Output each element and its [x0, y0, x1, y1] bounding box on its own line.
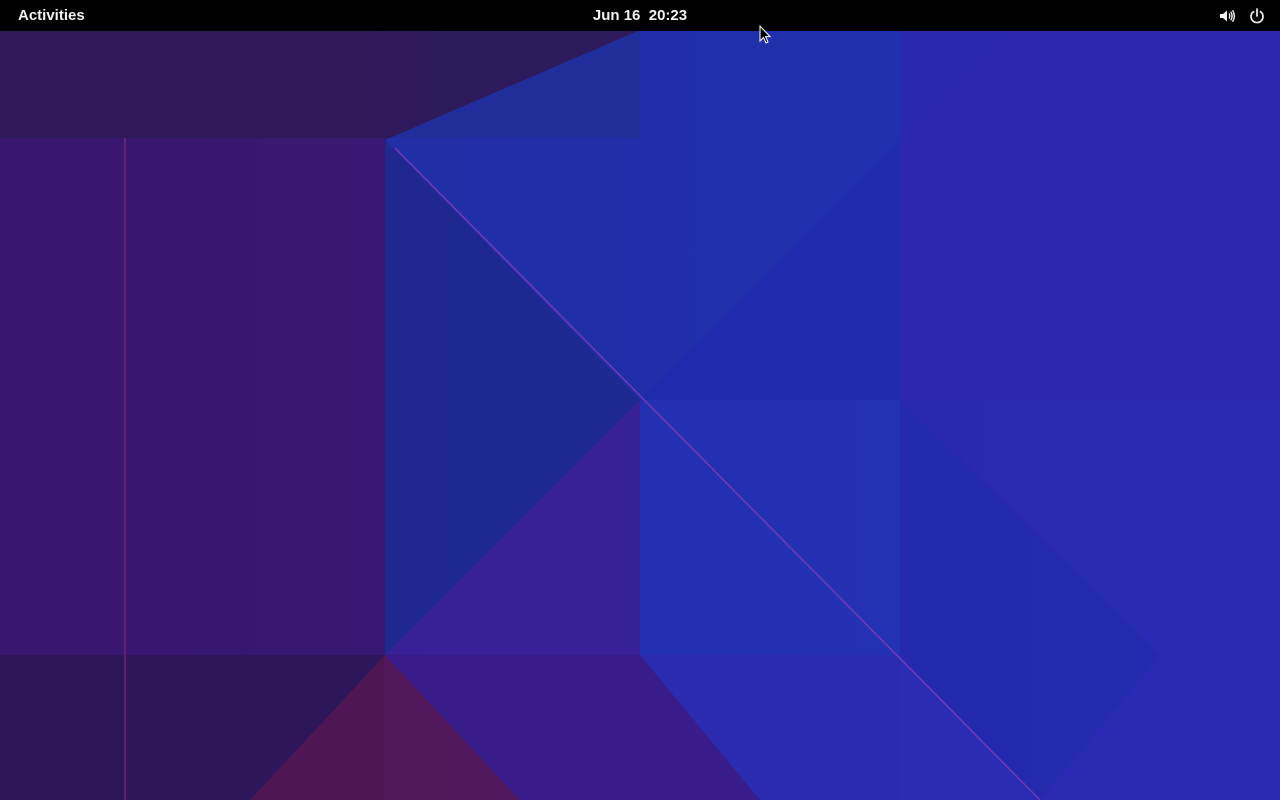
top-bar: Activities Jun 16 20:23 — [0, 0, 1280, 31]
desktop-wallpaper[interactable] — [0, 0, 1280, 800]
desktop: Activities Jun 16 20:23 — [0, 0, 1280, 800]
power-icon — [1250, 7, 1264, 23]
activities-button[interactable]: Activities — [10, 0, 93, 31]
clock-date: Jun 16 — [592, 7, 641, 24]
clock-time: 20:23 — [648, 7, 688, 24]
volume-icon — [1220, 9, 1235, 22]
clock-button[interactable]: Jun 16 20:23 — [540, 0, 740, 31]
system-status-menu[interactable] — [1218, 0, 1266, 31]
